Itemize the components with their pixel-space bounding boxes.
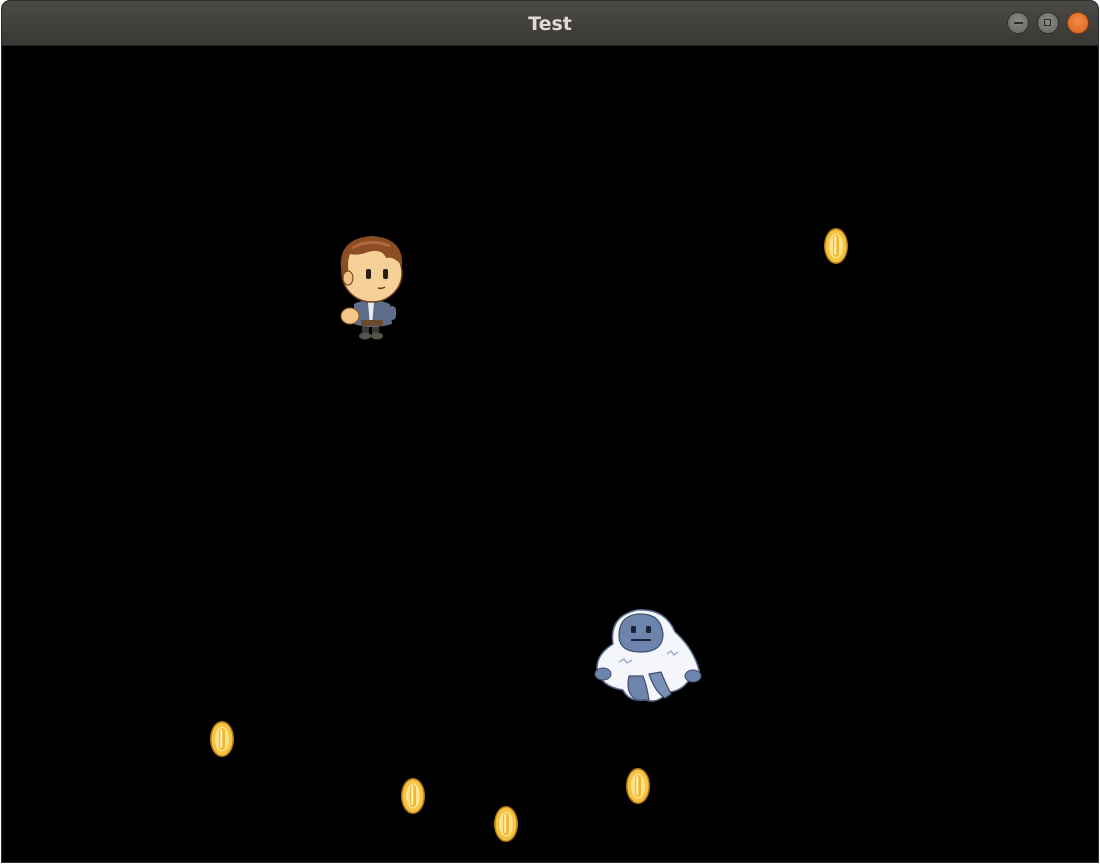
maximize-button[interactable] xyxy=(1037,12,1059,34)
coin-icon xyxy=(210,721,234,757)
title-bar[interactable]: Test xyxy=(2,1,1098,46)
minimize-icon xyxy=(1014,22,1023,24)
player-character-icon xyxy=(340,236,403,340)
game-window: Test xyxy=(2,1,1098,862)
yeti-enemy-icon xyxy=(594,609,702,702)
maximize-icon xyxy=(1044,19,1051,26)
coin-icon xyxy=(824,228,848,264)
minimize-button[interactable] xyxy=(1007,12,1029,34)
coin-icon xyxy=(626,768,650,804)
close-button[interactable] xyxy=(1067,12,1089,34)
coin-icon xyxy=(401,778,425,814)
game-canvas[interactable] xyxy=(2,46,1098,862)
coin-icon xyxy=(494,806,518,842)
window-title: Test xyxy=(528,13,572,35)
